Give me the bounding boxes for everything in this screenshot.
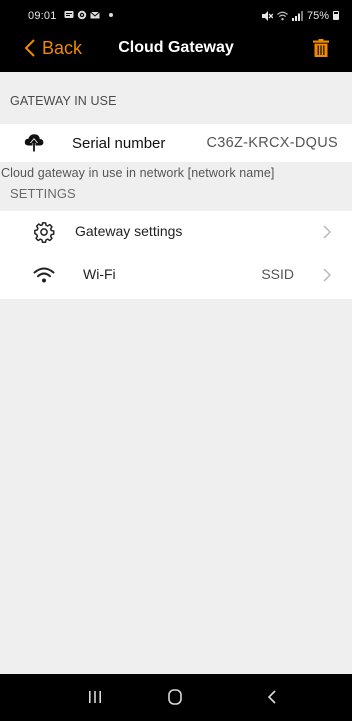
signal-icon bbox=[291, 10, 303, 21]
chevron-right-icon bbox=[323, 225, 331, 239]
back-button[interactable]: Back bbox=[24, 34, 82, 62]
back-arrow-icon bbox=[267, 690, 276, 704]
wifi-ssid-value: SSID bbox=[261, 266, 294, 282]
mail-icon bbox=[90, 11, 100, 19]
system-status-icons: 75% bbox=[261, 9, 339, 22]
navigation-bar: Back Cloud Gateway bbox=[0, 32, 352, 72]
gateway-network-info: Cloud gateway in use in network [network… bbox=[1, 166, 275, 180]
home-button[interactable] bbox=[164, 686, 186, 708]
trash-icon bbox=[313, 39, 329, 57]
wifi-status-icon bbox=[277, 11, 288, 20]
system-back-button[interactable] bbox=[264, 686, 278, 708]
gear-icon bbox=[34, 222, 55, 243]
top-bar: 09:01 75% Back Cloud Gateway bbox=[0, 0, 352, 72]
section-header-gateway: GATEWAY IN USE bbox=[10, 94, 117, 108]
section-header-settings: SETTINGS bbox=[10, 186, 76, 201]
recents-icon bbox=[89, 691, 101, 703]
recent-apps-button[interactable] bbox=[85, 686, 105, 708]
chevron-right-icon bbox=[323, 268, 331, 282]
delete-button[interactable] bbox=[313, 39, 329, 57]
wifi-icon bbox=[33, 267, 55, 283]
battery-percent: 75% bbox=[306, 9, 329, 22]
notification-icons bbox=[64, 9, 113, 21]
gateway-settings-row[interactable]: Gateway settings bbox=[0, 211, 352, 253]
system-navigation-bar bbox=[0, 674, 352, 721]
chevron-left-icon bbox=[24, 39, 35, 57]
serial-number-value: C36Z-KRCX-DQUS bbox=[206, 135, 338, 151]
mute-icon bbox=[261, 10, 273, 21]
battery-icon bbox=[333, 11, 339, 20]
settings-list: Gateway settings Wi-Fi SSID bbox=[0, 211, 352, 299]
home-icon bbox=[168, 689, 182, 705]
status-bar: 09:01 75% bbox=[0, 0, 352, 32]
more-notifications-dot bbox=[109, 13, 113, 17]
wifi-label: Wi-Fi bbox=[83, 266, 116, 282]
back-label: Back bbox=[42, 37, 83, 58]
serial-number-label: Serial number bbox=[72, 135, 166, 152]
gateway-settings-label: Gateway settings bbox=[75, 223, 183, 239]
message-icon bbox=[64, 11, 74, 18]
cloud-upload-icon bbox=[24, 134, 44, 152]
serial-number-row: Serial number C36Z-KRCX-DQUS bbox=[0, 124, 352, 162]
settings-notification-icon bbox=[77, 10, 87, 20]
status-time: 09:01 bbox=[28, 10, 57, 22]
wifi-row[interactable]: Wi-Fi SSID bbox=[0, 254, 352, 296]
